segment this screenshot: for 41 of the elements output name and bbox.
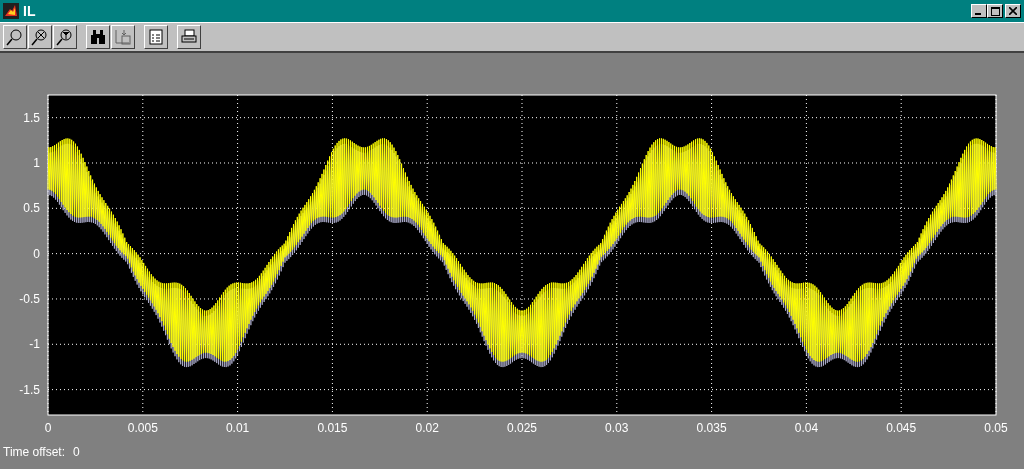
printer-icon xyxy=(180,28,198,46)
x-tick-label: 0.01 xyxy=(225,421,250,435)
time-offset-label: Time offset: xyxy=(3,445,66,459)
x-tick-label: 0.005 xyxy=(127,421,158,435)
x-tick-label: 0.02 xyxy=(415,421,439,435)
magnifier-x-icon xyxy=(31,28,49,46)
x-tick-label: 0.035 xyxy=(696,421,727,435)
close-button[interactable] xyxy=(1005,4,1021,18)
axes-icon xyxy=(114,28,132,46)
x-tick-label: 0.03 xyxy=(605,421,629,435)
app-icon xyxy=(3,3,19,19)
x-tick-label: 0.045 xyxy=(886,421,917,435)
x-tick-label: 0 xyxy=(44,421,52,435)
list-icon xyxy=(147,28,165,46)
zoom-y-button[interactable] xyxy=(53,25,77,49)
magnifier-icon xyxy=(6,28,24,46)
maximize-button[interactable] xyxy=(987,4,1003,18)
time-offset-value: 0 xyxy=(73,445,80,459)
zoom-button[interactable] xyxy=(3,25,27,49)
save-axes-button[interactable] xyxy=(111,25,135,49)
zoom-x-button[interactable] xyxy=(28,25,52,49)
maximize-icon xyxy=(990,6,1000,16)
y-tick-label: -1 xyxy=(29,337,40,352)
print-button[interactable] xyxy=(177,25,201,49)
window-title: IL xyxy=(23,3,36,19)
y-tick-label: 1.5 xyxy=(23,110,40,125)
y-tick-label: -1.5 xyxy=(19,382,40,397)
minimize-button[interactable] xyxy=(971,4,987,18)
x-tick-label: 0.025 xyxy=(507,421,537,435)
y-tick-label: -0.5 xyxy=(19,291,40,306)
x-tick-label: 0.05 xyxy=(984,421,1008,435)
x-tick-label: 0.015 xyxy=(317,421,348,435)
parameters-button[interactable] xyxy=(144,25,168,49)
close-icon xyxy=(1009,7,1017,15)
y-tick-label: 0 xyxy=(33,246,40,261)
magnifier-y-icon xyxy=(56,28,74,46)
y-tick-label: 1 xyxy=(33,156,40,170)
binoculars-icon xyxy=(89,28,107,46)
y-tick-label: 0.5 xyxy=(23,201,40,216)
x-tick-label: 0.04 xyxy=(794,421,819,435)
binoculars-button[interactable] xyxy=(86,25,110,49)
